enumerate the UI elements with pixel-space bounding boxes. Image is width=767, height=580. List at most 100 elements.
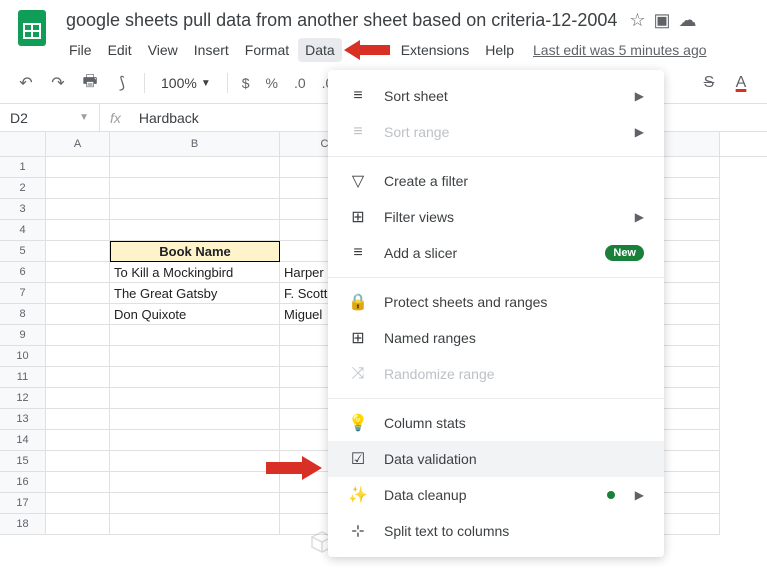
menu-item-protect-sheets-and-ranges[interactable]: 🔒Protect sheets and ranges <box>328 284 664 320</box>
text-color-button[interactable]: A <box>727 69 755 97</box>
cell[interactable] <box>110 514 280 535</box>
cell[interactable] <box>46 367 110 388</box>
menu-edit[interactable]: Edit <box>101 38 139 62</box>
menu-item-named-ranges[interactable]: ⊞Named ranges <box>328 320 664 356</box>
menu-insert[interactable]: Insert <box>187 38 236 62</box>
cell[interactable] <box>110 157 280 178</box>
menu-extensions[interactable]: Extensions <box>394 38 476 62</box>
cell[interactable] <box>46 472 110 493</box>
cell[interactable] <box>46 514 110 535</box>
menu-item-icon: ✨ <box>348 485 368 505</box>
cell[interactable] <box>46 241 110 262</box>
row-header[interactable]: 2 <box>0 178 46 199</box>
menu-item-icon: ≡ <box>348 87 368 105</box>
menu-item-label: Create a filter <box>384 173 644 189</box>
cell[interactable] <box>110 472 280 493</box>
cell[interactable]: Don Quixote <box>110 304 280 325</box>
row-header[interactable]: 16 <box>0 472 46 493</box>
menu-item-sort-sheet[interactable]: ≡Sort sheet▶ <box>328 78 664 114</box>
last-edit-link[interactable]: Last edit was 5 minutes ago <box>533 42 707 58</box>
cell-reference[interactable]: D2▼ <box>0 104 100 131</box>
sheets-logo[interactable] <box>12 8 52 48</box>
cell[interactable] <box>46 178 110 199</box>
col-header-a[interactable]: A <box>46 132 110 156</box>
row-header[interactable]: 7 <box>0 283 46 304</box>
strikethrough-button[interactable]: S <box>695 69 723 97</box>
row-header[interactable]: 17 <box>0 493 46 514</box>
cell[interactable] <box>46 430 110 451</box>
row-header[interactable]: 11 <box>0 367 46 388</box>
cell[interactable] <box>110 367 280 388</box>
cell[interactable] <box>46 409 110 430</box>
row-header[interactable]: 13 <box>0 409 46 430</box>
row-header[interactable]: 5 <box>0 241 46 262</box>
row-header[interactable]: 9 <box>0 325 46 346</box>
zoom-selector[interactable]: 100% ▼ <box>153 75 219 91</box>
menu-item-add-a-slicer[interactable]: ≡Add a slicerNew <box>328 235 664 271</box>
menu-item-label: Protect sheets and ranges <box>384 294 644 310</box>
cell[interactable] <box>46 262 110 283</box>
row-header[interactable]: 4 <box>0 220 46 241</box>
row-header[interactable]: 8 <box>0 304 46 325</box>
row-header[interactable]: 6 <box>0 262 46 283</box>
cell[interactable] <box>46 199 110 220</box>
cell[interactable] <box>46 304 110 325</box>
percent-button[interactable]: % <box>260 75 284 91</box>
menu-item-filter-views[interactable]: ⊞Filter views▶ <box>328 199 664 235</box>
select-all-corner[interactable] <box>0 132 46 156</box>
doc-title[interactable]: google sheets pull data from another she… <box>62 8 621 33</box>
redo-button[interactable]: ↷ <box>44 69 72 97</box>
menu-item-create-a-filter[interactable]: ▽Create a filter <box>328 163 664 199</box>
currency-button[interactable]: $ <box>236 75 256 91</box>
row-header[interactable]: 1 <box>0 157 46 178</box>
cell[interactable]: To Kill a Mockingbird <box>110 262 280 283</box>
move-icon[interactable]: ▣ <box>654 10 671 31</box>
print-button[interactable]: 🖶 <box>76 69 104 97</box>
cell[interactable] <box>46 220 110 241</box>
row-header[interactable]: 15 <box>0 451 46 472</box>
cloud-icon[interactable]: ☁ <box>679 10 697 31</box>
menu-item-data-cleanup[interactable]: ✨Data cleanup▶ <box>328 477 664 513</box>
cell[interactable]: The Great Gatsby <box>110 283 280 304</box>
menu-view[interactable]: View <box>141 38 185 62</box>
cell[interactable] <box>46 451 110 472</box>
menu-item-data-validation[interactable]: ☑Data validation <box>328 441 664 477</box>
menu-item-split-text-to-columns[interactable]: ⊹Split text to columns <box>328 513 664 549</box>
decimal-decrease-button[interactable]: .0 <box>288 75 312 91</box>
cell[interactable] <box>46 325 110 346</box>
cell[interactable] <box>110 346 280 367</box>
cell[interactable]: Book Name <box>110 241 280 262</box>
cell[interactable] <box>110 199 280 220</box>
menu-data[interactable]: Data <box>298 38 342 62</box>
row-header[interactable]: 10 <box>0 346 46 367</box>
undo-button[interactable]: ↶ <box>12 69 40 97</box>
cell[interactable] <box>110 430 280 451</box>
cell[interactable] <box>110 451 280 472</box>
row-header[interactable]: 14 <box>0 430 46 451</box>
cell[interactable] <box>46 157 110 178</box>
paint-format-button[interactable]: ⟆ <box>108 69 136 97</box>
cell[interactable] <box>46 346 110 367</box>
star-icon[interactable]: ☆ <box>629 10 645 31</box>
indicator-dot <box>607 491 615 499</box>
cell[interactable] <box>110 220 280 241</box>
menu-format[interactable]: Format <box>238 38 296 62</box>
cell[interactable] <box>110 409 280 430</box>
menu-separator <box>328 398 664 399</box>
row-header[interactable]: 18 <box>0 514 46 535</box>
row-header[interactable]: 3 <box>0 199 46 220</box>
cell[interactable] <box>46 388 110 409</box>
menu-item-icon: ⊹ <box>348 521 368 541</box>
cell[interactable] <box>110 388 280 409</box>
cell[interactable] <box>110 325 280 346</box>
cell[interactable] <box>110 493 280 514</box>
cell[interactable] <box>46 283 110 304</box>
cell[interactable] <box>110 178 280 199</box>
col-header-b[interactable]: B <box>110 132 280 156</box>
menu-help[interactable]: Help <box>478 38 521 62</box>
menu-item-column-stats[interactable]: 💡Column stats <box>328 405 664 441</box>
menu-file[interactable]: File <box>62 38 99 62</box>
row-header[interactable]: 12 <box>0 388 46 409</box>
menu-item-icon: 💡 <box>348 413 368 433</box>
cell[interactable] <box>46 493 110 514</box>
